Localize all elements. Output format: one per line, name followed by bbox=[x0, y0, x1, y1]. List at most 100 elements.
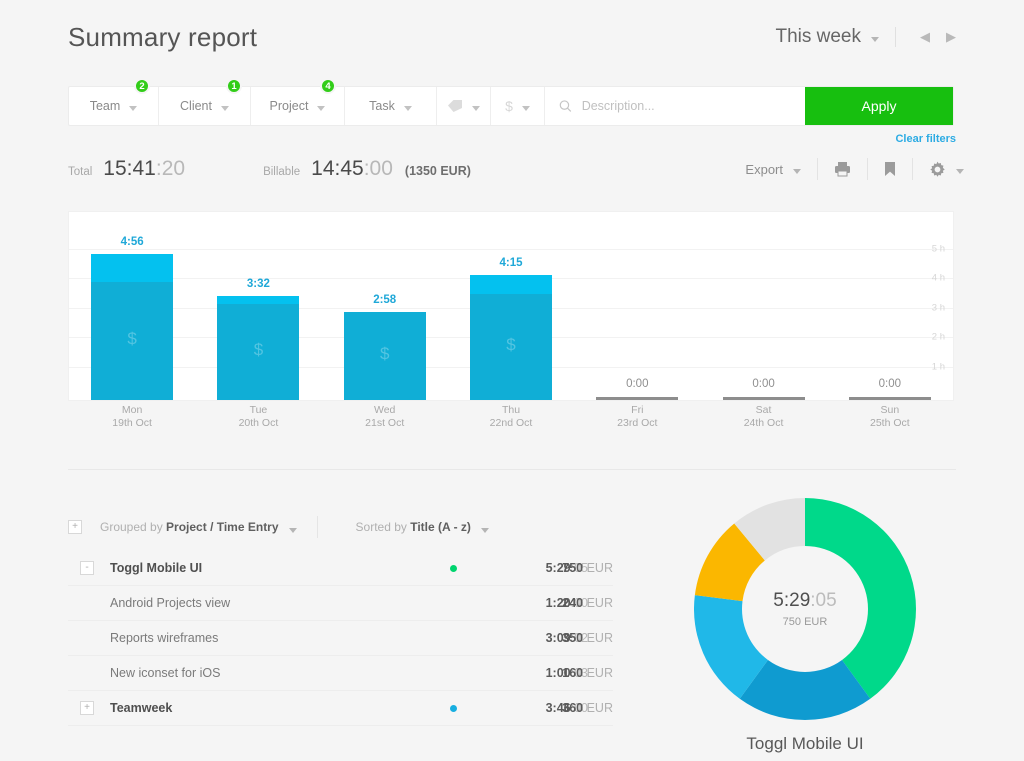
chevron-left-icon[interactable]: ◀ bbox=[912, 29, 938, 45]
bar: $ bbox=[217, 295, 300, 400]
chevron-down-icon bbox=[288, 528, 297, 533]
donut-center: 5:29:05 750 EUR bbox=[694, 498, 916, 720]
total-label: Total bbox=[68, 166, 93, 178]
bar-column[interactable]: $4:15 bbox=[470, 210, 552, 400]
date-range-label[interactable]: This week bbox=[775, 26, 861, 48]
report-toolbar: Export bbox=[745, 158, 964, 180]
bar: $ bbox=[343, 312, 426, 400]
filter-project[interactable]: Project 4 bbox=[251, 78, 345, 125]
chevron-down-icon bbox=[317, 105, 326, 111]
row-currency: EUR bbox=[586, 666, 613, 680]
grouping-controls: + Grouped by Project / Time Entry Sorted… bbox=[68, 516, 489, 538]
x-axis-label: Sun 25th Oct bbox=[827, 404, 953, 430]
row-amount: 240 EUR bbox=[562, 596, 613, 610]
grouped-by-value: Project / Time Entry bbox=[166, 520, 279, 534]
export-button[interactable]: Export bbox=[745, 162, 801, 177]
bar-value-label: 2:58 bbox=[373, 294, 397, 307]
dollar-icon: $ bbox=[506, 335, 516, 355]
dollar-icon: $ bbox=[127, 329, 137, 348]
total-seconds: :20 bbox=[155, 157, 186, 180]
filter-team-badge: 2 bbox=[134, 78, 150, 94]
row-currency: EUR bbox=[586, 561, 613, 575]
divider bbox=[817, 158, 818, 180]
date-range-control: This week ◀ ▶ bbox=[775, 26, 964, 48]
project-donut-chart: 5:29:05 750 EUR Toggl Mobile UI bbox=[660, 498, 950, 754]
bar-nonbillable-segment bbox=[470, 274, 552, 295]
billable-seconds: :00 bbox=[363, 157, 393, 180]
x-axis-day: Sun bbox=[880, 404, 900, 416]
filter-task[interactable]: Task bbox=[345, 87, 437, 125]
filter-billable[interactable]: $ bbox=[491, 87, 545, 125]
x-axis-day: Thu bbox=[501, 404, 521, 416]
y-axis-tick: 2 h bbox=[931, 331, 945, 343]
grouped-by-prefix: Grouped by bbox=[100, 520, 167, 534]
x-axis-label: Wed 21st Oct bbox=[322, 404, 448, 430]
gear-icon bbox=[930, 161, 945, 177]
x-axis-date: 24th Oct bbox=[743, 417, 784, 429]
totals-summary: Total 15:41 :20 Billable 14:45 :00 (1350… bbox=[68, 157, 471, 181]
bar-column[interactable]: 0:00 bbox=[722, 210, 805, 400]
apply-button[interactable]: Apply bbox=[805, 87, 953, 125]
y-axis-tick: 4 h bbox=[931, 272, 945, 284]
chevron-down-icon bbox=[403, 105, 412, 111]
donut-graphic: 5:29:05 750 EUR bbox=[694, 498, 916, 720]
list-item[interactable]: New iconset for iOS 1:00:03 160 EUR bbox=[68, 656, 613, 691]
bar-column[interactable]: $3:32 bbox=[217, 210, 300, 400]
filter-bar: Team 2 Client 1 Project 4 Task $ Descrip… bbox=[68, 78, 954, 126]
y-axis-tick: 5 h bbox=[931, 243, 945, 254]
printer-icon bbox=[835, 162, 850, 177]
chevron-right-icon[interactable]: ▶ bbox=[938, 29, 964, 45]
summary-report-page: Summary report This week ◀ ▶ Team 2 Clie… bbox=[0, 0, 1024, 761]
bar-column[interactable]: $2:58 bbox=[343, 210, 426, 400]
bar-column[interactable]: 0:00 bbox=[848, 210, 931, 400]
chevron-down-icon bbox=[480, 528, 489, 533]
filter-team[interactable]: Team 2 bbox=[69, 78, 159, 125]
sorted-by-control[interactable]: Sorted by Title (A - z) bbox=[356, 520, 489, 534]
bar-nonbillable-segment bbox=[217, 295, 300, 305]
settings-button[interactable] bbox=[929, 161, 964, 178]
bookmark-button[interactable] bbox=[884, 161, 896, 177]
y-axis-tick: 1 h bbox=[931, 361, 945, 372]
list-item[interactable]: Android Projects view 1:20:00 240 EUR bbox=[68, 586, 613, 621]
clear-filters-link[interactable]: Clear filters bbox=[895, 133, 956, 145]
filter-project-label: Project bbox=[269, 99, 309, 113]
filter-client-badge: 1 bbox=[226, 78, 242, 94]
export-label: Export bbox=[745, 161, 783, 177]
filter-client[interactable]: Client 1 bbox=[159, 78, 251, 125]
print-button[interactable] bbox=[834, 161, 851, 177]
x-axis-label: Fri 23rd Oct bbox=[574, 404, 700, 430]
billable-label: Billable bbox=[263, 166, 301, 178]
total-value: 15:41 bbox=[103, 157, 156, 180]
chevron-down-icon[interactable] bbox=[871, 36, 879, 42]
bar-value-label: 0:00 bbox=[626, 378, 649, 390]
bar: $ bbox=[91, 254, 174, 400]
x-axis-date: 21st Oct bbox=[365, 417, 405, 429]
zero-bar-stub bbox=[596, 397, 679, 400]
bar-column[interactable]: $4:56 bbox=[91, 210, 174, 400]
dollar-icon: $ bbox=[379, 344, 390, 364]
x-axis-label: Thu 22nd Oct bbox=[448, 404, 574, 430]
chevron-down-icon bbox=[220, 105, 229, 111]
x-axis-day: Sat bbox=[755, 404, 772, 416]
bar-column[interactable]: 0:00 bbox=[596, 210, 679, 400]
bar-billable-segment: $ bbox=[217, 304, 300, 400]
x-axis-day: Wed bbox=[374, 404, 396, 416]
list-group-row[interactable]: + Teamweek 3:46:00 360 EUR bbox=[68, 691, 613, 726]
x-axis-day: Mon bbox=[121, 404, 143, 416]
x-axis-day: Tue bbox=[249, 404, 268, 416]
filter-tag[interactable] bbox=[437, 87, 491, 125]
row-amount: 350 EUR bbox=[562, 631, 613, 645]
donut-center-time: 5:29:05 bbox=[773, 590, 837, 611]
zero-bar-stub bbox=[848, 397, 931, 400]
bookmark-icon bbox=[885, 162, 895, 176]
divider bbox=[895, 27, 896, 47]
grouped-by-control[interactable]: Grouped by Project / Time Entry bbox=[100, 520, 297, 534]
list-group-row[interactable]: - Toggl Mobile UI 5:29:05 750 EUR bbox=[68, 551, 613, 586]
donut-center-seconds: :05 bbox=[810, 590, 837, 611]
list-item[interactable]: Reports wireframes 3:09:02 350 EUR bbox=[68, 621, 613, 656]
expand-all-button[interactable]: + bbox=[68, 520, 82, 534]
row-amount: 360 EUR bbox=[562, 701, 613, 715]
search-input[interactable] bbox=[581, 99, 805, 113]
bar-value-label: 0:00 bbox=[878, 378, 902, 390]
page-header: Summary report This week ◀ ▶ bbox=[68, 22, 964, 68]
